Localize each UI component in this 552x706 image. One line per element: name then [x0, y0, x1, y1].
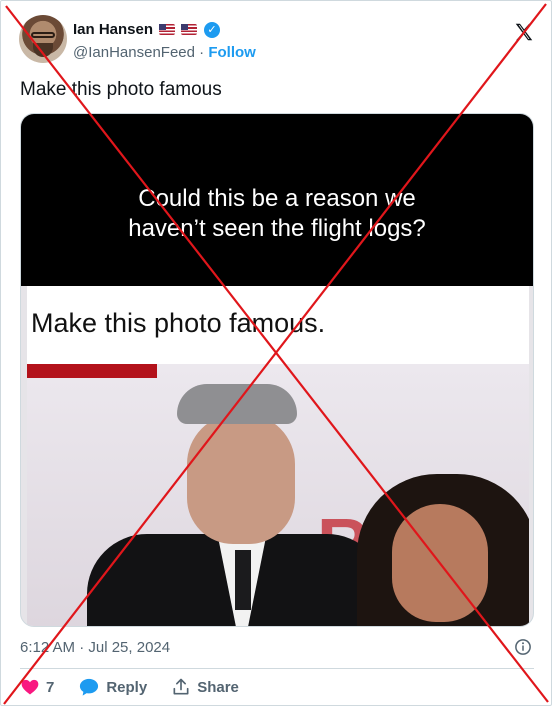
man-tie	[235, 550, 251, 610]
actions-divider	[20, 668, 534, 669]
reply-bubble-icon	[80, 678, 99, 696]
man-face	[187, 414, 295, 544]
like-button[interactable]: 7	[20, 677, 54, 697]
us-flag-icon	[159, 24, 176, 35]
woman-face	[392, 504, 488, 622]
meme-caption-band-text: Make this photo famous.	[31, 308, 326, 338]
man-hair	[177, 384, 297, 424]
tweet-timestamp[interactable]: 6:12 AM · Jul 25, 2024	[20, 639, 170, 656]
tweet-text: Make this photo famous	[20, 79, 222, 100]
share-label: Share	[197, 678, 239, 696]
like-count: 7	[46, 678, 55, 696]
heart-icon	[21, 679, 39, 695]
author-handle-row: @IanHansenFeed · Follow	[73, 44, 256, 61]
avatar-beard	[33, 43, 53, 57]
author-name-row: Ian Hansen ✓	[73, 21, 221, 38]
info-icon[interactable]	[514, 638, 532, 656]
reply-button[interactable]: Reply	[78, 677, 147, 697]
tweet-header: Ian Hansen ✓ @IanHansenFeed · Follow	[19, 15, 539, 67]
author-handle[interactable]: @IanHansenFeed	[73, 44, 195, 61]
share-button[interactable]: Share	[171, 677, 239, 697]
follow-button[interactable]: Follow	[208, 44, 256, 61]
tweet-actions: 7 Reply Share	[20, 677, 263, 697]
meme-photo: R(	[27, 364, 529, 626]
reply-label: Reply	[106, 678, 148, 696]
meme-caption-top: Could this be a reason we haven’t seen t…	[128, 185, 426, 242]
verified-badge-icon: ✓	[204, 21, 221, 38]
tweet-card: Ian Hansen ✓ @IanHansenFeed · Follow Mak…	[0, 0, 552, 706]
share-icon	[173, 678, 189, 695]
x-logo-icon[interactable]	[513, 21, 535, 43]
backdrop-red-strip	[27, 364, 157, 378]
handle-separator: ·	[199, 44, 205, 61]
avatar-glasses	[31, 32, 55, 38]
author-name[interactable]: Ian Hansen	[73, 21, 153, 38]
us-flag-icon	[181, 24, 198, 35]
author-avatar[interactable]	[19, 15, 67, 63]
tweet-media[interactable]: Could this be a reason we haven’t seen t…	[20, 113, 534, 627]
